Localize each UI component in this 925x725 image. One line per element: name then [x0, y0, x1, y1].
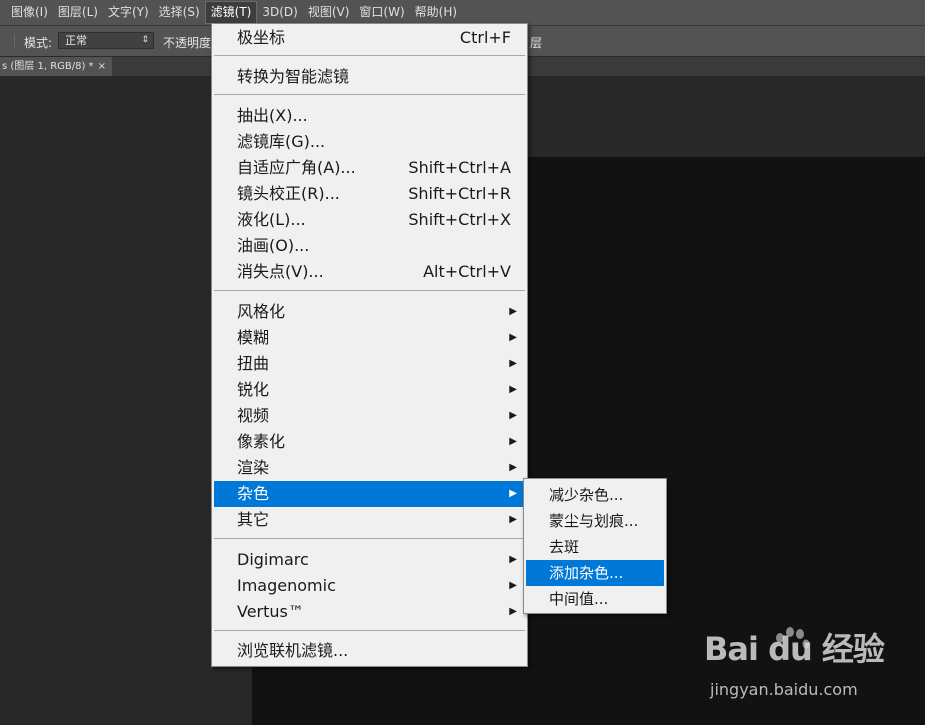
sample-layer-label: 层 [530, 36, 543, 50]
menu-item-distort[interactable]: 扭曲 ▶ [214, 351, 525, 377]
menu-item-label: 减少杂色... [549, 486, 624, 504]
submenu-arrow-icon: ▶ [509, 488, 517, 499]
menu-item-label: Vertus™ [237, 602, 304, 621]
menu-item-filter-gallery[interactable]: 滤镜库(G)... [214, 129, 525, 155]
mode-select[interactable]: 正常 ⇕ [58, 32, 154, 49]
menu-separator [214, 538, 525, 539]
submenu-item-despeckle[interactable]: 去斑 [526, 534, 664, 560]
submenu-item-add-noise[interactable]: 添加杂色... [526, 560, 664, 586]
watermark-url: jingyan.baidu.com [710, 680, 858, 699]
opacity-label: 不透明度: [163, 36, 213, 50]
paw-logo-icon [776, 627, 810, 649]
menu-item-label: 渲染 [237, 458, 270, 477]
mode-label: 模式: [24, 36, 53, 50]
menu-item-liquify[interactable]: 液化(L)... Shift+Ctrl+X [214, 207, 525, 233]
submenu-arrow-icon: ▶ [509, 462, 517, 473]
submenu-arrow-icon: ▶ [509, 332, 517, 343]
menu-item-label: 转换为智能滤镜 [237, 67, 350, 86]
menu-item-label: 其它 [237, 510, 270, 529]
menu-item-noise[interactable]: 杂色 ▶ [214, 481, 525, 507]
menu-3d[interactable]: 3D(D) [257, 0, 302, 25]
menu-separator [214, 94, 525, 95]
menu-window[interactable]: 窗口(W) [354, 0, 409, 25]
menu-type[interactable]: 文字(Y) [103, 0, 154, 25]
submenu-arrow-icon: ▶ [509, 554, 517, 565]
mode-select-value: 正常 [65, 34, 87, 47]
menu-item-label: 极坐标 [237, 28, 286, 47]
menu-item-label: 杂色 [237, 484, 270, 503]
menu-item-blur[interactable]: 模糊 ▶ [214, 325, 525, 351]
submenu-arrow-icon: ▶ [509, 306, 517, 317]
filter-menu: 极坐标 Ctrl+F 转换为智能滤镜 抽出(X)... 滤镜库(G)... 自适… [211, 23, 528, 667]
menu-item-label: 滤镜库(G)... [237, 132, 326, 151]
menu-item-other[interactable]: 其它 ▶ [214, 507, 525, 533]
menu-item-browse-online-filters[interactable]: 浏览联机滤镜... [214, 638, 525, 664]
menu-item-convert-smart-filter[interactable]: 转换为智能滤镜 [214, 64, 525, 90]
menu-item-label: 锐化 [237, 380, 270, 399]
submenu-arrow-icon: ▶ [509, 384, 517, 395]
menu-item-oil-paint[interactable]: 油画(O)... [214, 233, 525, 259]
menu-item-label: 像素化 [237, 432, 286, 451]
menu-image[interactable]: 图像(I) [6, 0, 53, 25]
menu-item-label: 浏览联机滤镜... [237, 641, 349, 660]
submenu-arrow-icon: ▶ [509, 410, 517, 421]
submenu-arrow-icon: ▶ [509, 606, 517, 617]
menu-item-stylize[interactable]: 风格化 ▶ [214, 299, 525, 325]
close-icon[interactable]: × [98, 57, 106, 76]
menu-item-vertus[interactable]: Vertus™ ▶ [214, 599, 525, 625]
menu-item-pixelate[interactable]: 像素化 ▶ [214, 429, 525, 455]
menu-item-shortcut: Shift+Ctrl+R [408, 184, 511, 203]
submenu-item-dust-scratches[interactable]: 蒙尘与划痕... [526, 508, 664, 534]
submenu-item-median[interactable]: 中间值... [526, 586, 664, 612]
menu-item-shortcut: Alt+Ctrl+V [423, 262, 511, 281]
menu-view[interactable]: 视图(V) [303, 0, 355, 25]
menu-item-label: 添加杂色... [549, 564, 624, 582]
menu-item-label: 扭曲 [237, 354, 270, 373]
menu-select[interactable]: 选择(S) [154, 0, 205, 25]
submenu-arrow-icon: ▶ [509, 580, 517, 591]
menu-item-label: Digimarc [237, 550, 309, 569]
menu-item-label: 液化(L)... [237, 210, 306, 229]
submenu-item-reduce-noise[interactable]: 减少杂色... [526, 482, 664, 508]
menu-separator [214, 630, 525, 631]
submenu-arrow-icon: ▶ [509, 358, 517, 369]
menu-item-shortcut: Shift+Ctrl+X [408, 210, 511, 229]
menu-item-digimarc[interactable]: Digimarc ▶ [214, 547, 525, 573]
menu-item-label: 抽出(X)... [237, 106, 308, 125]
menu-item-lens-correction[interactable]: 镜头校正(R)... Shift+Ctrl+R [214, 181, 525, 207]
submenu-arrow-icon: ▶ [509, 436, 517, 447]
document-tab-title: s (图层 1, RGB/8) * [2, 61, 94, 72]
menu-filter[interactable]: 滤镜(T) [204, 1, 258, 24]
menu-item-label: 风格化 [237, 302, 286, 321]
menu-item-shortcut: Shift+Ctrl+A [408, 158, 511, 177]
menu-item-video[interactable]: 视频 ▶ [214, 403, 525, 429]
menu-item-imagenomic[interactable]: Imagenomic ▶ [214, 573, 525, 599]
submenu-arrow-icon: ▶ [509, 514, 517, 525]
menu-item-extract[interactable]: 抽出(X)... [214, 103, 525, 129]
menu-item-polar-coordinates[interactable]: 极坐标 Ctrl+F [214, 25, 525, 51]
menu-item-label: 去斑 [549, 538, 580, 556]
menu-help[interactable]: 帮助(H) [410, 0, 462, 25]
menu-layer[interactable]: 图层(L) [53, 0, 103, 25]
menu-separator [214, 55, 525, 56]
menu-item-label: 镜头校正(R)... [237, 184, 340, 203]
menu-item-label: 油画(O)... [237, 236, 310, 255]
select-arrows-icon: ⇕ [141, 35, 149, 45]
menu-item-label: 蒙尘与划痕... [549, 512, 639, 530]
menu-item-adaptive-wide-angle[interactable]: 自适应广角(A)... Shift+Ctrl+A [214, 155, 525, 181]
noise-submenu: 减少杂色... 蒙尘与划痕... 去斑 添加杂色... 中间值... [523, 478, 667, 614]
menu-item-label: 中间值... [549, 590, 609, 608]
menu-item-label: 消失点(V)... [237, 262, 324, 281]
menu-item-render[interactable]: 渲染 ▶ [214, 455, 525, 481]
document-tab[interactable]: s (图层 1, RGB/8) * × [0, 57, 112, 76]
options-grip[interactable] [0, 35, 15, 47]
menu-item-vanishing-point[interactable]: 消失点(V)... Alt+Ctrl+V [214, 259, 525, 285]
menu-item-label: 自适应广角(A)... [237, 158, 356, 177]
menu-item-label: 视频 [237, 406, 270, 425]
menu-item-shortcut: Ctrl+F [459, 28, 511, 47]
menu-separator [214, 290, 525, 291]
menu-item-label: 模糊 [237, 328, 270, 347]
menu-item-label: Imagenomic [237, 576, 336, 595]
menu-item-sharpen[interactable]: 锐化 ▶ [214, 377, 525, 403]
